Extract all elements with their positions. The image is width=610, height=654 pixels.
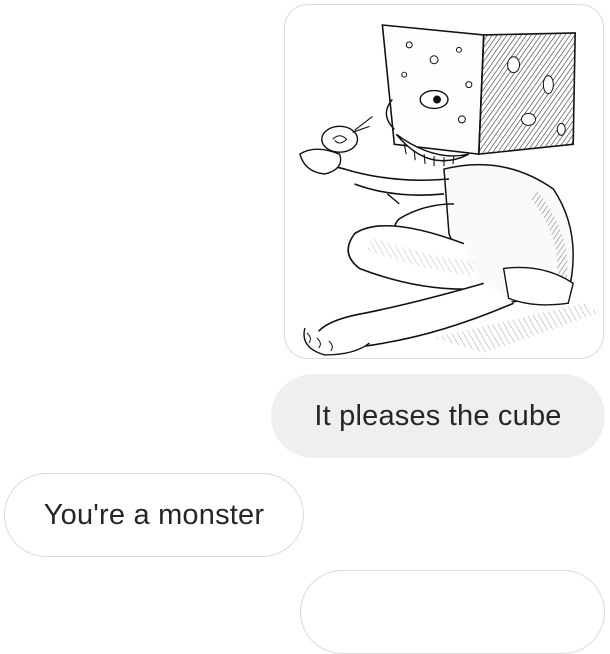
cheese-cube-creature-illustration [299,24,599,356]
message-text: It pleases the cube [314,399,562,432]
received-message-bubble[interactable]: You're a monster [4,473,304,557]
partial-message-bubble[interactable] [300,570,605,654]
sent-message-bubble[interactable]: It pleases the cube [271,374,605,458]
message-text: You're a monster [43,498,265,531]
sent-image-message[interactable] [284,4,604,359]
